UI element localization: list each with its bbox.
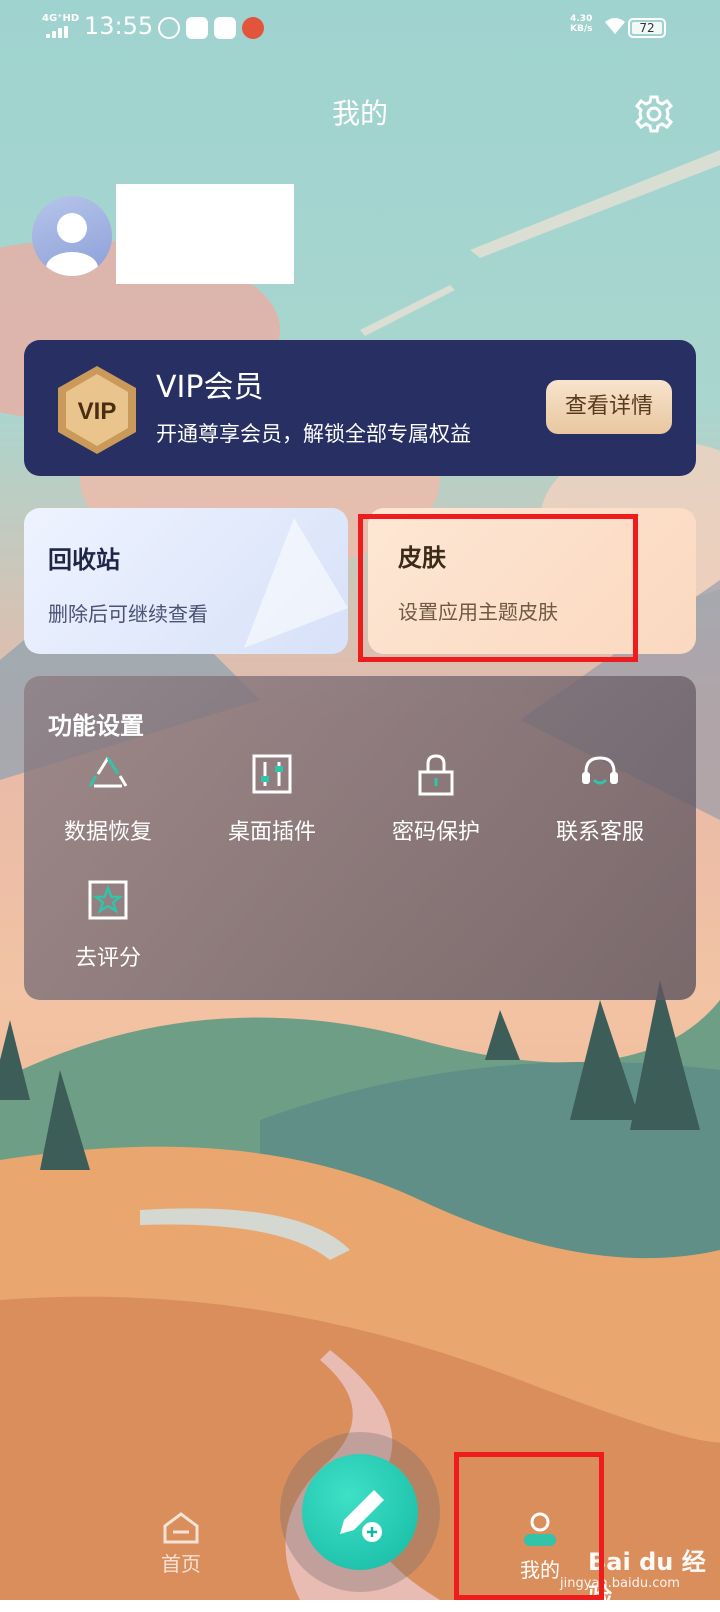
- gear-icon: [634, 95, 674, 133]
- rate-app-label: 去评分: [74, 946, 141, 971]
- vip-description: 开通尊享会员，解锁全部专属权益: [156, 422, 471, 446]
- page-title: 我的: [331, 97, 388, 130]
- star-icon: [88, 880, 128, 920]
- nav-home-label: 首页: [161, 1552, 201, 1576]
- recycle-bin-title: 回收站: [48, 546, 120, 574]
- vip-title: VIP会员: [156, 370, 264, 405]
- skin-highlight-box: [358, 514, 638, 662]
- battery-icon: 72: [628, 18, 666, 38]
- app-badge-icon: [242, 17, 264, 39]
- home-icon: [163, 1512, 199, 1544]
- speed-value: 4.30: [570, 14, 593, 24]
- signal-icon: [46, 26, 68, 38]
- function-settings-panel: 功能设置 数据恢复 桌面插件 密码保护 联系客服 去评分: [24, 676, 696, 1000]
- desktop-widget-label: 桌面插件: [227, 820, 316, 845]
- edit-add-icon: [340, 1490, 384, 1542]
- status-bar: 4G⁺HD 13:55 4.30 KB/s 72: [0, 0, 720, 56]
- speed-unit: KB/s: [570, 24, 593, 34]
- vip-details-button[interactable]: 查看详情: [546, 380, 672, 434]
- network-speed: 4.30 KB/s: [570, 14, 592, 34]
- username-redacted: [116, 184, 294, 284]
- mail-icon: [186, 17, 208, 39]
- headset-icon: [582, 756, 618, 785]
- message-icon: [214, 17, 236, 39]
- recycle-bin-card[interactable]: 回收站 删除后可继续查看: [24, 508, 348, 654]
- wifi-icon: [605, 18, 625, 34]
- battery-level: 72: [639, 21, 655, 35]
- status-time: 13:55: [84, 12, 154, 40]
- recycle-watermark-icon: [244, 518, 348, 648]
- settings-button[interactable]: [634, 94, 674, 134]
- vip-badge-text: VIP: [78, 398, 117, 425]
- nav-home[interactable]: 首页: [146, 1510, 216, 1577]
- password-protect-label: 密码保护: [391, 820, 480, 845]
- app-notification-icon: [158, 17, 180, 39]
- user-avatar-icon: [46, 213, 98, 276]
- data-recovery-label: 数据恢复: [63, 820, 152, 845]
- avatar[interactable]: [32, 196, 112, 276]
- contact-support-item[interactable]: 联系客服: [516, 752, 684, 846]
- function-settings-title: 功能设置: [48, 712, 144, 740]
- new-note-button[interactable]: [302, 1454, 418, 1570]
- sliders-icon: [252, 754, 292, 794]
- data-recovery-item[interactable]: 数据恢复: [24, 752, 192, 846]
- desktop-widget-item[interactable]: 桌面插件: [188, 752, 356, 846]
- bottom-nav: 首页 我的 Bai du 经验 jingyan.baidu.com: [0, 1400, 720, 1611]
- vip-badge-icon: VIP: [58, 366, 136, 454]
- mine-highlight-box: [454, 1452, 604, 1600]
- vip-card[interactable]: VIP VIP会员 开通尊享会员，解锁全部专属权益 查看详情: [24, 340, 696, 476]
- rate-app-item[interactable]: 去评分: [24, 878, 192, 972]
- lock-icon: [418, 754, 454, 796]
- recycle-icon: [88, 757, 128, 788]
- contact-support-label: 联系客服: [555, 820, 644, 845]
- recycle-bin-description: 删除后可继续查看: [48, 602, 208, 626]
- network-indicator: 4G⁺HD: [42, 13, 80, 24]
- password-protect-item[interactable]: 密码保护: [352, 752, 520, 846]
